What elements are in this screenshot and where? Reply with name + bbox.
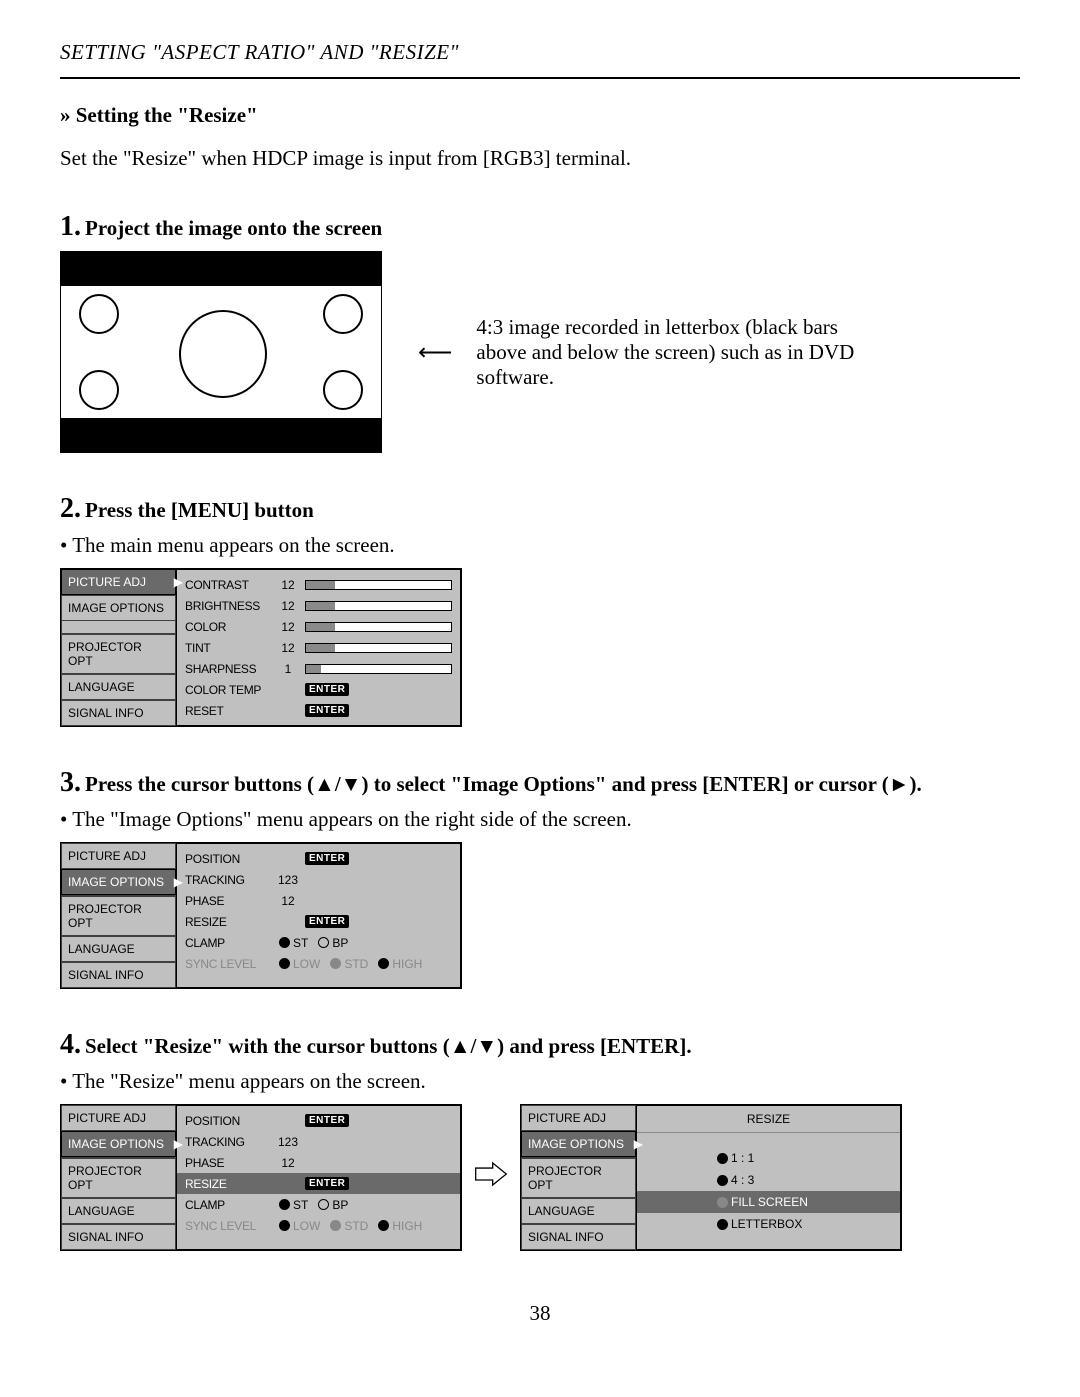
menu2-panel: POSITIONENTERTRACKING123PHASE12RESIZEENT… [176,843,461,988]
sidebar-item-picture-adj: PICTURE ADJ▶ [61,569,176,595]
intro-text: Set the "Resize" when HDCP image is inpu… [60,146,1020,171]
menu-row: CLAMPSTBP [177,1194,460,1215]
section-subheading: » Setting the "Resize" [60,103,1020,128]
enter-pill: ENTER [305,1177,349,1190]
sidebar-item-signal-info: SIGNAL INFO [521,1224,636,1250]
resize-options-panel: RESIZE 1 : 14 : 3FILL SCREENLETTERBOX [636,1105,901,1250]
image-options-resize-menu-diagram: PICTURE ADJ IMAGE OPTIONS▶ PROJECTOR OPT… [60,1104,462,1251]
menu-row: COLOR TEMPENTER [177,679,460,700]
enter-pill: ENTER [305,852,349,865]
menu-row: RESIZEENTER [177,1173,460,1194]
menu-row: POSITIONENTER [177,848,460,869]
page-header: SETTING "ASPECT RATIO" AND "RESIZE" [60,40,1020,65]
menu-row: RESIZEENTER [177,911,460,932]
menu-row: PHASE12 [177,1152,460,1173]
step2-bullet: • The main menu appears on the screen. [60,533,1020,558]
menu-row: TRACKING123 [177,869,460,890]
resize-title: RESIZE [637,1106,900,1133]
menu-row: POSITIONENTER [177,1110,460,1131]
step4-bullet: • The "Resize" menu appears on the scree… [60,1069,1020,1094]
arrow-right-icon [474,1160,508,1196]
step-2: 2. Press the [MENU] button • The main me… [60,493,1020,727]
arrow-left-icon: ⟵ [418,338,452,367]
resize-option: LETTERBOX [637,1213,900,1235]
step-4: 4. Select "Resize" with the cursor butto… [60,1029,1020,1251]
sidebar-item-projector-opt: PROJECTOR OPT [61,1158,176,1198]
sidebar-item-picture-adj: PICTURE ADJ [61,1105,176,1131]
step3-number: 3. [60,767,81,798]
step2-number: 2. [60,493,81,524]
sidebar-item-language: LANGUAGE [61,1198,176,1224]
sidebar-item-projector-opt: PROJECTOR OPT [61,896,176,936]
image-options-menu-diagram: PICTURE ADJ IMAGE OPTIONS▶ PROJECTOR OPT… [60,842,462,989]
menu-row: CONTRAST12 [177,574,460,595]
step3-title: Press the cursor buttons (▲/▼) to select… [85,772,922,796]
resize-option: FILL SCREEN [637,1191,900,1213]
sidebar-item-image-options: IMAGE OPTIONS [61,595,176,621]
main-menu-diagram: PICTURE ADJ▶ IMAGE OPTIONS PROJECTOR OPT… [60,568,462,727]
step4-number: 4. [60,1029,81,1060]
sidebar-item-image-options: IMAGE OPTIONS▶ [61,869,176,895]
step1-number: 1. [60,211,81,242]
enter-pill: ENTER [305,915,349,928]
resize-submenu-diagram: PICTURE ADJ IMAGE OPTIONS▶ PROJECTOR OPT… [520,1104,902,1251]
step1-title: Project the image onto the screen [85,216,382,240]
step-1: 1. Project the image onto the screen ⟵ 4… [60,211,1020,453]
menu-row: SYNC LEVELLOWSTDHIGH [177,953,460,974]
sidebar-item-projector-opt: PROJECTOR OPT [61,634,176,674]
menu-row: PHASE12 [177,890,460,911]
sidebar-item-picture-adj: PICTURE ADJ [521,1105,636,1131]
page-number: 38 [60,1301,1020,1326]
sidebar-item-signal-info: SIGNAL INFO [61,962,176,988]
menu1-panel: CONTRAST12BRIGHTNESS12COLOR12TINT12SHARP… [176,569,461,726]
step2-title: Press the [MENU] button [85,498,314,522]
sidebar-item-image-options: IMAGE OPTIONS▶ [61,1131,176,1157]
menu-row: COLOR12 [177,616,460,637]
menu-row: RESETENTER [177,700,460,721]
step4-title: Select "Resize" with the cursor buttons … [85,1034,692,1058]
menu-row: TINT12 [177,637,460,658]
sidebar-item-signal-info: SIGNAL INFO [61,1224,176,1250]
menu-row: SYNC LEVELLOWSTDHIGH [177,1215,460,1236]
header-rule [60,77,1020,79]
sidebar-item-language: LANGUAGE [521,1198,636,1224]
menu-row: CLAMPSTBP [177,932,460,953]
sidebar-item-picture-adj: PICTURE ADJ [61,843,176,869]
enter-pill: ENTER [305,704,349,717]
enter-pill: ENTER [305,1114,349,1127]
sidebar-item-signal-info: SIGNAL INFO [61,700,176,726]
enter-pill: ENTER [305,683,349,696]
resize-option: 4 : 3 [637,1169,900,1191]
letterbox-diagram [60,251,382,453]
menu-row: TRACKING123 [177,1131,460,1152]
resize-option: 1 : 1 [637,1147,900,1169]
menu-row: BRIGHTNESS12 [177,595,460,616]
step3-bullet: • The "Image Options" menu appears on th… [60,807,1020,832]
letterbox-note: 4:3 image recorded in letterbox (black b… [476,315,856,390]
sidebar-item-image-options: IMAGE OPTIONS▶ [521,1131,636,1157]
sidebar-item-language: LANGUAGE [61,674,176,700]
step-3: 3. Press the cursor buttons (▲/▼) to sel… [60,767,1020,989]
menu-row: SHARPNESS1 [177,658,460,679]
sidebar-item-projector-opt: PROJECTOR OPT [521,1158,636,1198]
menu3-panel: POSITIONENTERTRACKING123PHASE12RESIZEENT… [176,1105,461,1250]
sidebar-item-language: LANGUAGE [61,936,176,962]
